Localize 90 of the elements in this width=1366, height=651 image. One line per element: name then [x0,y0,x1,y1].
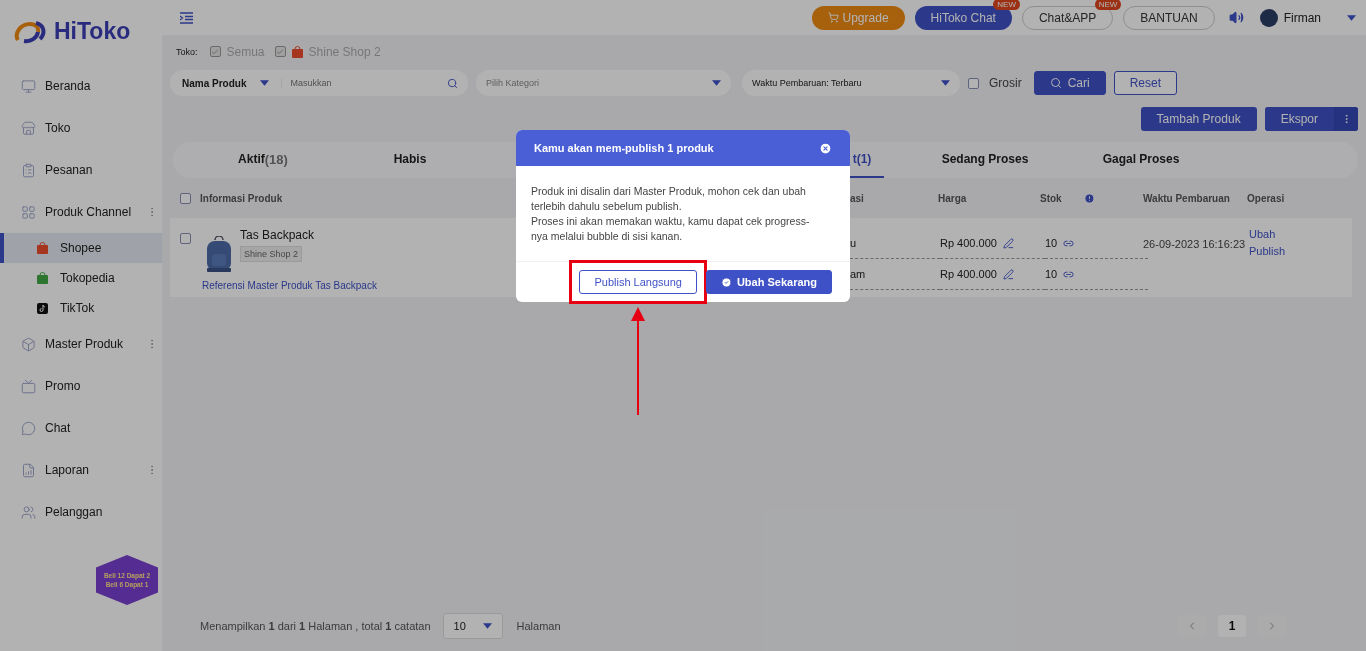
sidebar-subitem[interactable]: Tokopedia [0,263,162,293]
operation-link[interactable]: Publish [1249,245,1352,257]
info-icon [1083,192,1095,204]
shopping-bag-icon [37,272,48,284]
search-icon [1049,77,1062,89]
checkbox[interactable] [968,77,979,89]
price-text: Rp 400.000 [940,268,997,280]
header-button[interactable]: BANTUAN [1123,5,1215,30]
users-icon [21,504,36,520]
stock-text: 10 [1045,268,1058,280]
column-header: asi [850,192,865,204]
user-name[interactable]: Firman [1283,10,1321,25]
checkbox[interactable] [209,46,221,57]
logo-icon [14,19,48,44]
tab[interactable]: Aktif(18) [173,142,353,178]
shopping-bag-icon [291,45,303,58]
sidebar-subitem[interactable]: Shopee [0,233,162,263]
caret-icon [482,623,492,629]
sidebar-item[interactable]: Produk Channel [0,191,162,233]
column-header: Waktu Pembaruan [1143,192,1231,204]
column-header: Stok [1040,192,1062,204]
tab[interactable]: Habis [353,142,467,178]
store-icon [21,120,36,136]
box-icon [21,336,36,352]
chat-icon [21,420,36,436]
logo-text: HiToko [54,18,131,45]
dialog-text: Produk ini disalin dari Master Produk, mohon cek dan ubah terlebih dahulu sebelum publish. [531,184,807,214]
checkbox[interactable] [180,233,191,244]
check-icon [720,276,732,288]
stock-text: 10 [1045,237,1058,249]
dialog-button[interactable]: Ubah Sekarang [705,270,832,294]
sidebar-item[interactable]: Laporan [0,449,162,491]
checkbox[interactable] [274,46,286,57]
monitor-icon [21,78,36,94]
column-header: Harga [938,192,968,204]
pagination-summary: Menampilkan 1 dari 1 Halaman , total 1 catatan [200,620,431,632]
checkbox-label: Grosir [989,76,1022,90]
updated-time: 26-09-2023 16:16:23 [1143,237,1247,252]
variation-text: u [850,237,857,249]
checkbox[interactable] [180,192,191,204]
reset-button[interactable]: Reset [1113,71,1178,95]
caret-icon [260,80,270,86]
tab[interactable]: Gagal Proses [1086,142,1196,178]
store-tag: Shine Shop 2 [240,246,303,262]
screen-icon [21,378,36,394]
product-name: Tas Backpack [240,228,315,242]
store-label: Toko: [176,46,198,57]
caret-icon [712,80,721,86]
clipboard-icon [21,162,36,178]
grid-icon [21,204,36,220]
search-icon [447,77,458,89]
dialog-button[interactable]: Publish Langsung [579,270,697,294]
cart-icon [827,12,839,23]
sort-select[interactable]: Waktu Pembaruan: Terbaru [742,70,960,96]
variation-text: am [850,268,866,280]
avatar [1259,8,1278,27]
sidebar-item[interactable]: Pelanggan [0,491,162,533]
sidebar-item[interactable]: Promo [0,365,162,407]
column-header: Operasi [1247,192,1286,204]
menu-icon[interactable] [180,11,193,24]
search-type-select[interactable]: Nama Produk [170,77,283,89]
shopping-bag-icon [37,242,48,254]
page-size-select[interactable]: 10 [442,613,503,639]
operation-link[interactable]: Ubah [1249,228,1352,240]
caret-icon [941,80,950,86]
sidebar-item[interactable]: Toko [0,107,162,149]
edit-icon[interactable] [1002,268,1014,280]
dialog-title: Kamu akan mem-publish 1 produk [534,142,714,154]
sidebar-item[interactable]: Master Produk [0,323,162,365]
more-button[interactable] [1334,107,1358,131]
speaker-icon[interactable] [1228,10,1244,25]
caret-icon [1347,14,1356,21]
sidebar-item[interactable]: Pesanan [0,149,162,191]
close-icon[interactable] [819,141,832,155]
sidebar-item[interactable]: Chat [0,407,162,449]
add-product-button[interactable]: Tambah Produk [1140,107,1257,131]
report-icon [21,462,36,478]
new-badge: NEW [1094,0,1122,10]
pages-label: Halaman [516,620,561,632]
new-badge: NEW [993,0,1020,10]
page-button[interactable]: 1 [1218,615,1246,637]
edit-icon[interactable] [1002,237,1014,249]
search-button[interactable]: Cari [1033,71,1106,95]
sidebar-item[interactable]: Beranda [0,65,162,107]
search-field[interactable]: Nama Produk Masukkan [170,70,468,96]
tab[interactable]: Sedang Proses [884,142,1086,178]
music-note-icon [37,302,48,314]
sidebar-subitem[interactable]: TikTok [0,293,162,323]
dialog-text: Proses ini akan memakan waktu, kamu dapat cek progress-nya melalui bubble di sisi kanan. [531,214,811,244]
price-text: Rp 400.000 [940,237,997,249]
